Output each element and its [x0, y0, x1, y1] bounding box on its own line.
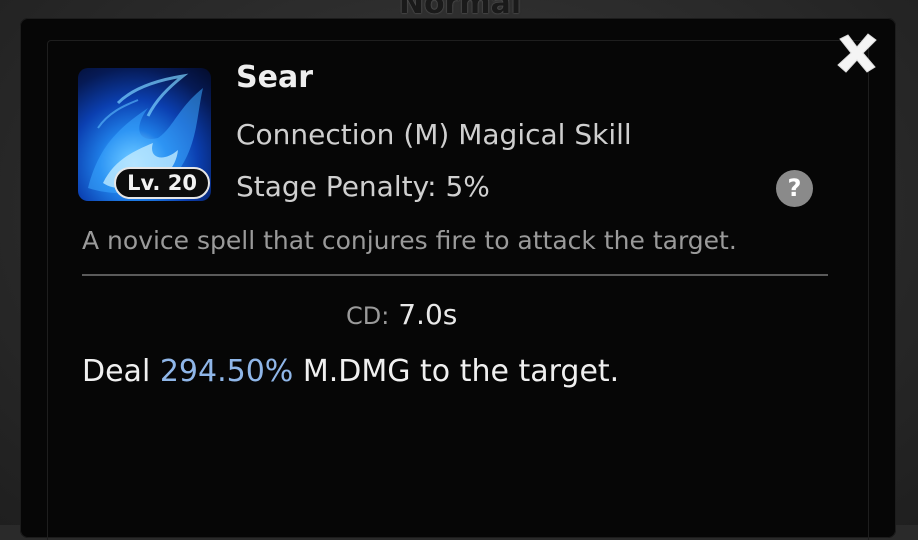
close-icon	[837, 33, 877, 73]
skill-effect: Deal 294.50% M.DMG to the target.	[82, 354, 619, 389]
cooldown-value: 7.0s	[398, 298, 458, 331]
skill-description: A novice spell that conjures fire to att…	[82, 226, 737, 255]
divider	[82, 274, 828, 276]
cooldown-row: CD: 7.0s	[346, 298, 457, 331]
cooldown-label: CD:	[346, 302, 390, 330]
close-button[interactable]	[834, 30, 880, 76]
stage-penalty: Stage Penalty: 5%	[236, 170, 490, 203]
skill-level-badge: Lv. 20	[114, 167, 210, 199]
effect-damage-value: 294.50%	[159, 354, 294, 389]
skill-name: Sear	[236, 60, 313, 95]
effect-suffix: M.DMG to the target.	[302, 354, 620, 389]
effect-prefix: Deal	[82, 354, 151, 389]
skill-type: Connection (M) Magical Skill	[236, 118, 632, 151]
help-button[interactable]: ?	[776, 170, 813, 207]
question-icon: ?	[787, 174, 802, 202]
